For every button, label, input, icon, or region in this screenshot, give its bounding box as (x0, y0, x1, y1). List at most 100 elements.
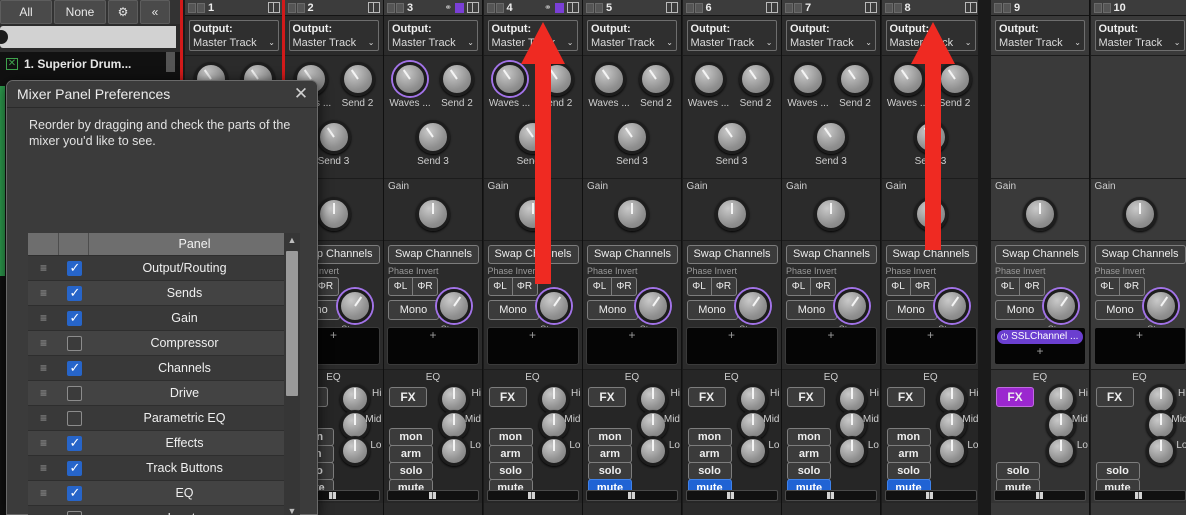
track-button-arm[interactable]: arm (787, 445, 831, 463)
drag-handle-icon[interactable]: ≡ (28, 362, 59, 374)
knob[interactable] (838, 62, 872, 96)
add-effect-button[interactable]: + (995, 344, 1085, 358)
phase-invert-left-button[interactable]: ΦL (686, 277, 712, 296)
effects-slot[interactable]: + (685, 327, 778, 365)
add-effect-button[interactable]: + (488, 328, 578, 342)
knob[interactable] (714, 197, 749, 231)
swap-channels-button[interactable]: Swap Channels (388, 245, 479, 264)
panel-checkbox[interactable] (66, 385, 82, 401)
color-chip[interactable] (455, 2, 464, 13)
window-icon[interactable] (268, 2, 280, 13)
drag-handle-icon[interactable]: ≡ (28, 312, 59, 324)
volume-fader[interactable] (884, 490, 977, 501)
add-effect-button[interactable]: + (687, 328, 777, 342)
track-button-arm[interactable]: arm (588, 445, 632, 463)
knob[interactable] (890, 62, 925, 96)
track-button-solo[interactable]: solo (687, 462, 732, 480)
output-value-row[interactable]: Master Track ⌄ (193, 36, 275, 50)
knob[interactable] (1145, 436, 1176, 466)
output-selector[interactable]: Output: Master Track ⌄ (1094, 20, 1185, 51)
add-effect-button[interactable]: + (786, 328, 876, 342)
panel-checkbox[interactable] (66, 485, 82, 501)
panel-checkbox[interactable] (66, 285, 82, 301)
phase-invert-left-button[interactable]: ΦL (487, 277, 513, 296)
knob[interactable] (437, 289, 471, 323)
effects-slot[interactable]: ⏻ SSLChannel ... + (994, 327, 1086, 365)
track-button-mon[interactable]: mon (488, 428, 533, 446)
track-button-mon[interactable]: mon (687, 428, 732, 446)
track-visible-checkbox[interactable]: ✕ (6, 58, 18, 70)
track-button-arm[interactable]: arm (389, 445, 433, 463)
track-button-mon[interactable]: mon (886, 428, 931, 446)
color-chip[interactable] (554, 2, 564, 13)
track-button-arm[interactable]: arm (687, 445, 732, 463)
knob[interactable] (416, 120, 450, 154)
volume-fader[interactable] (994, 490, 1086, 501)
panel-checkbox[interactable] (66, 335, 82, 351)
add-effect-button[interactable]: + (587, 328, 677, 342)
knob[interactable] (639, 62, 673, 96)
track-button-mon[interactable]: mon (588, 428, 632, 446)
effects-slot[interactable]: + (486, 327, 579, 365)
close-icon[interactable]: ✕ (291, 84, 311, 104)
sidebar-scrollbar[interactable] (166, 52, 175, 72)
panel-list-row[interactable]: ≡ Sends (28, 281, 300, 306)
knob[interactable] (1122, 197, 1157, 231)
knob[interactable] (636, 289, 670, 323)
panel-list-row[interactable]: ≡ EQ (28, 481, 300, 506)
volume-fader[interactable] (387, 490, 479, 501)
panel-checkbox[interactable] (66, 435, 82, 451)
output-value-row[interactable]: Master Track ⌄ (392, 36, 474, 50)
fx-button[interactable]: FX (996, 387, 1034, 407)
knob[interactable] (735, 289, 770, 323)
knob[interactable] (492, 62, 527, 96)
effects-slot[interactable]: + (884, 327, 977, 365)
knob[interactable] (714, 120, 749, 154)
panel-checkbox[interactable] (66, 360, 82, 376)
drag-handle-icon[interactable]: ≡ (28, 387, 59, 399)
window-icon[interactable] (467, 2, 479, 13)
knob[interactable] (913, 120, 948, 154)
volume-fader[interactable] (685, 490, 778, 501)
output-selector[interactable]: Output: Master Track ⌄ (189, 20, 279, 51)
knob[interactable] (934, 289, 969, 323)
window-icon[interactable] (865, 2, 877, 13)
panel-list-row[interactable]: ≡ Drive (28, 381, 300, 406)
track-button-arm[interactable]: arm (488, 445, 533, 463)
swap-channels-button[interactable]: Swap Channels (786, 245, 877, 264)
drag-handle-icon[interactable]: ≡ (28, 287, 59, 299)
knob[interactable] (539, 62, 574, 96)
knob[interactable] (913, 197, 948, 231)
window-icon[interactable] (666, 2, 678, 13)
header-panel-label[interactable]: Panel (89, 233, 300, 255)
knob[interactable] (835, 289, 869, 323)
panel-list-scrollbar[interactable]: ▲ ▼ (284, 233, 300, 515)
output-selector[interactable]: Output: Master Track ⌄ (995, 20, 1085, 51)
knob[interactable] (439, 436, 469, 466)
panel-list-row[interactable]: ≡ Parametric EQ (28, 406, 300, 431)
knob[interactable] (339, 436, 370, 466)
add-effect-button[interactable]: + (1095, 328, 1185, 342)
track-button-mon[interactable]: mon (787, 428, 831, 446)
collapse-icon[interactable]: « (140, 0, 170, 24)
knob[interactable] (416, 197, 450, 231)
track-list-item[interactable]: ✕ 1. Superior Drum... (0, 52, 180, 76)
link-icon[interactable]: ⚭ (544, 2, 552, 13)
add-effect-button[interactable]: + (388, 328, 478, 342)
knob[interactable] (738, 62, 773, 96)
panel-list-row[interactable]: ≡Inputs (28, 506, 300, 515)
panel-checkbox[interactable] (66, 310, 82, 326)
panel-list-row[interactable]: ≡ Track Buttons (28, 456, 300, 481)
knob[interactable] (515, 197, 550, 231)
scrollbar-thumb[interactable] (286, 251, 298, 396)
volume-fader[interactable] (486, 490, 579, 501)
panel-list-row[interactable]: ≡ Gain (28, 306, 300, 331)
knob[interactable] (837, 436, 867, 466)
track-button-arm[interactable]: arm (886, 445, 931, 463)
knob[interactable] (316, 120, 351, 154)
phase-invert-left-button[interactable]: ΦL (587, 277, 612, 296)
fx-button[interactable]: FX (389, 387, 427, 407)
knob[interactable] (538, 436, 569, 466)
knob[interactable] (1143, 289, 1178, 323)
knob[interactable] (737, 436, 768, 466)
